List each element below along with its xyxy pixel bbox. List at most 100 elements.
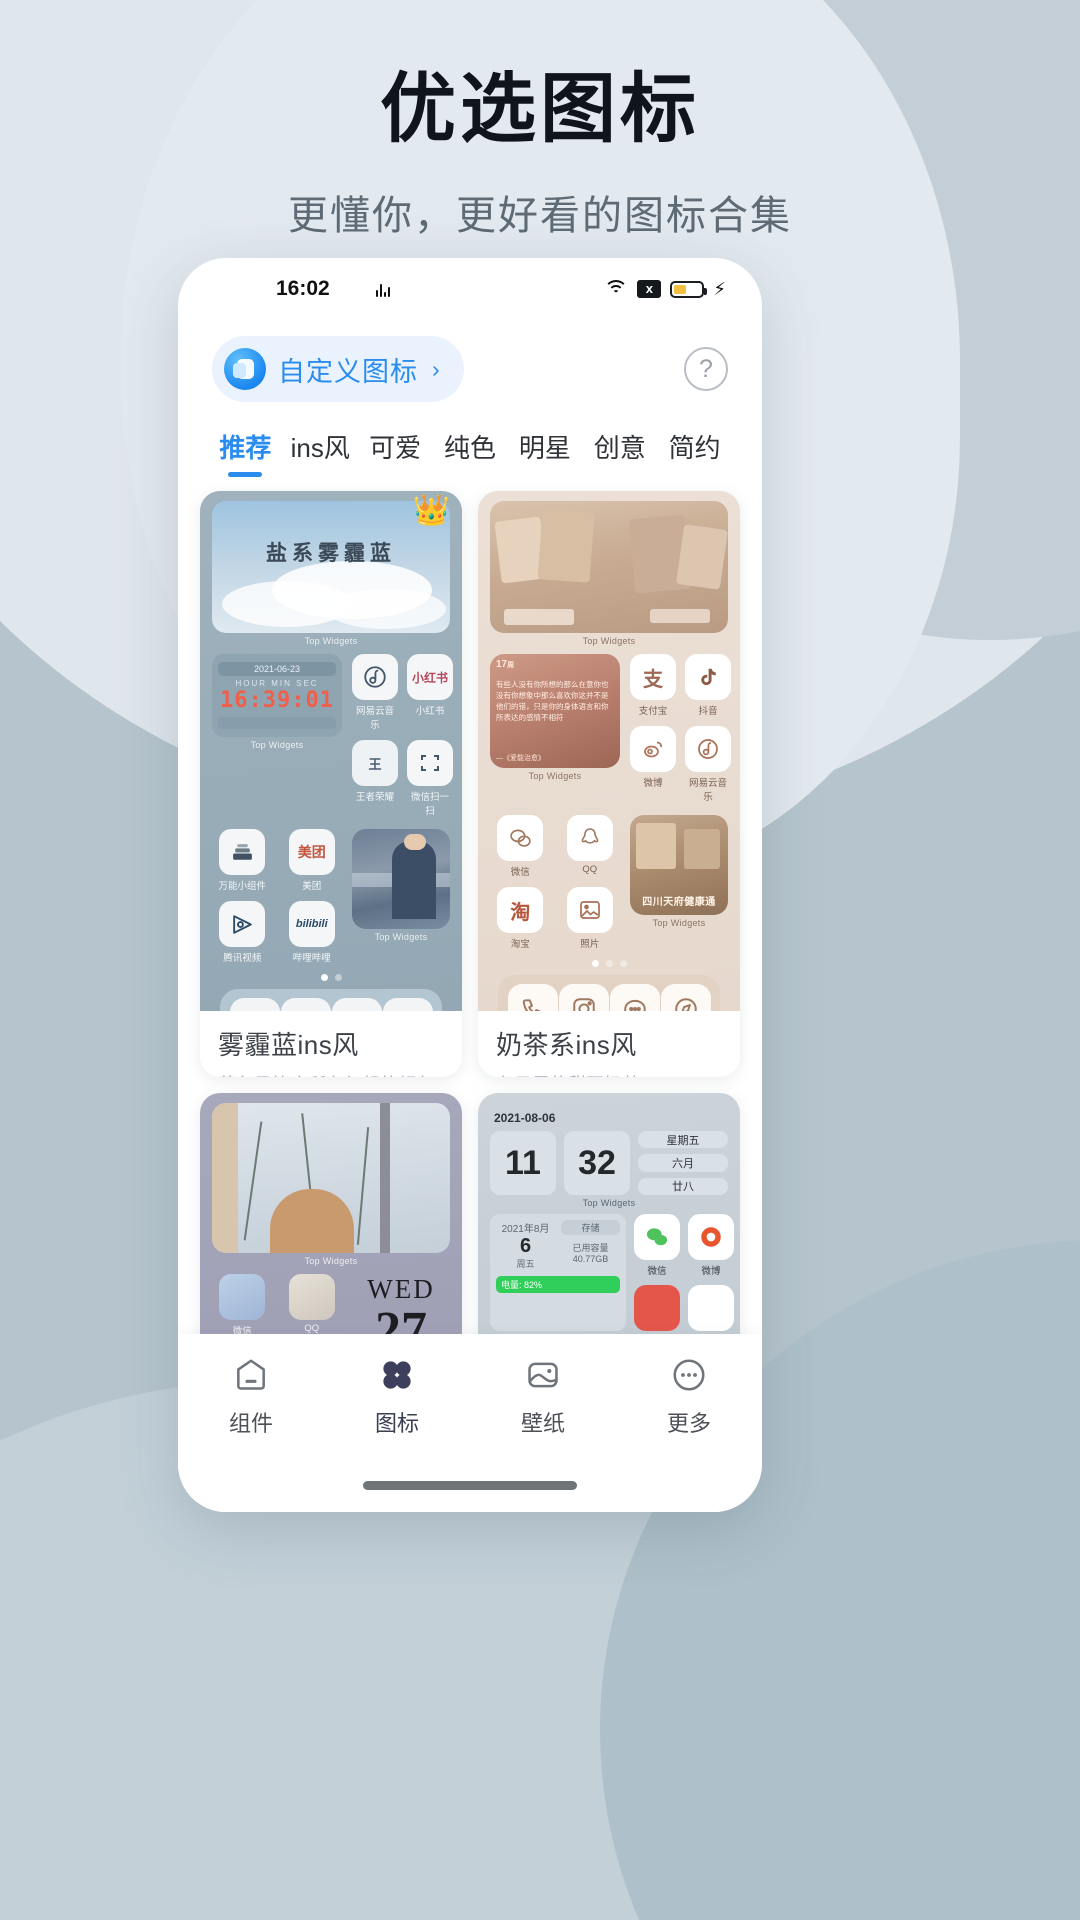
card-preview: Top Widgets 17周 有些人没有你所想的那么在意你也没有你想象中那么喜… xyxy=(478,491,740,1011)
app-icon-item[interactable]: QQ xyxy=(560,815,621,878)
status-bar: 16:02 x ⚡ xyxy=(178,258,762,320)
clock-row: 2021-06-23 HOUR MIN SEC 16:39:01 Top Wid… xyxy=(212,654,453,817)
phone-mockup: 16:02 x ⚡ 自定义图标 › ? 推荐 ins风 可爱 纯色 明星 创意 … xyxy=(178,258,762,1512)
app-icon-group: 网易云音乐 小红书 小红书 王 王者荣耀 微信扫一扫 xyxy=(352,654,453,817)
mini-weekday: 周五 xyxy=(516,1259,535,1269)
scan-icon xyxy=(407,740,453,786)
app-icon-item[interactable] xyxy=(688,1285,734,1331)
nav-item-widgets[interactable]: 组件 xyxy=(178,1356,324,1438)
page-subtitle: 更懂你，更好看的图标合集 xyxy=(288,194,792,238)
photo-widget: Top Widgets xyxy=(352,829,450,964)
app-icon-item[interactable]: bilibili 哔哩哔哩 xyxy=(282,901,343,964)
nav-item-wallpaper[interactable]: 壁纸 xyxy=(470,1356,616,1438)
photo-app-row: 17周 有些人没有你所想的那么在意你也没有你想象中那么喜欢你这并不是他们的错，只… xyxy=(490,654,731,803)
mail-icon[interactable] xyxy=(280,998,331,1011)
tab-star[interactable]: 明星 xyxy=(507,428,582,477)
card-description: 蓝色是符合所有幻想的颜色~ xyxy=(218,1071,444,1077)
camera-icon[interactable] xyxy=(382,998,433,1011)
custom-icon-button[interactable]: 自定义图标 › xyxy=(212,336,464,402)
app-label: 网易云音乐 xyxy=(355,706,394,731)
dock-bar xyxy=(498,975,720,1011)
storage-used-label: 已用容量 xyxy=(572,1243,609,1253)
tab-solid[interactable]: 纯色 xyxy=(433,428,508,477)
wechat-icon xyxy=(634,1214,680,1260)
page-headline: 优选图标 更懂你，更好看的图标合集 xyxy=(0,62,1080,241)
message-icon[interactable] xyxy=(331,998,382,1011)
icon-pack-card[interactable]: Top Widgets 17周 有些人没有你所想的那么在意你也没有你想象中那么喜… xyxy=(478,491,740,1077)
page-dots xyxy=(490,950,728,975)
xiaohongshu-icon: 小红书 xyxy=(407,654,453,700)
camera-icon[interactable] xyxy=(558,984,609,1011)
app-icon-item[interactable]: 微博 xyxy=(688,1214,734,1277)
app-icon-group: 微信 QQ 淘 淘宝 照片 xyxy=(490,815,620,950)
flip-clock-widget: 2021-06-23 HOUR MIN SEC 16:39:01 Top Wid… xyxy=(212,654,342,817)
widget-caption: Top Widgets xyxy=(304,1256,358,1266)
image-icon xyxy=(524,1356,562,1394)
misc-app-icon xyxy=(634,1285,680,1331)
app-icon-item[interactable] xyxy=(634,1285,680,1331)
nav-item-icons[interactable]: 图标 xyxy=(324,1356,470,1438)
netease-music-icon xyxy=(685,726,731,772)
chevron-right-icon: › xyxy=(432,355,440,382)
safari-icon[interactable] xyxy=(660,984,711,1011)
app-header-row: 自定义图标 › ? xyxy=(178,320,762,402)
status-time: 16:02 xyxy=(276,277,330,300)
app-icon-item[interactable]: 王 王者荣耀 xyxy=(352,740,398,817)
app-label: 万能小组件 xyxy=(218,881,266,892)
app-icon-item[interactable]: 网易云音乐 xyxy=(685,726,731,803)
weibo-icon xyxy=(630,726,676,772)
app-icon-item[interactable]: 照片 xyxy=(560,887,621,950)
app-icon-item[interactable]: 小红书 小红书 xyxy=(407,654,453,731)
qq-icon xyxy=(288,1274,335,1320)
lower-row: 微信 QQ 淘 淘宝 照片 四川天府健康通 Top Widgets xyxy=(490,815,728,950)
charging-icon: ⚡ xyxy=(713,279,726,299)
phone-icon[interactable] xyxy=(507,984,558,1011)
app-icon-item[interactable]: 微博 xyxy=(630,726,676,803)
icon-pack-card[interactable]: 👑 盐系雾霾蓝 Top Widgets 2021-06-23 HOUR MIN … xyxy=(200,491,462,1077)
widget-date: 2021-08-06 xyxy=(494,1111,556,1125)
app-icon-item[interactable]: 网易云音乐 xyxy=(352,654,398,731)
app-icon-item[interactable]: 腾讯视频 xyxy=(212,901,273,964)
alipay-icon: 支 xyxy=(630,654,676,700)
tab-cute[interactable]: 可爱 xyxy=(358,428,433,477)
nav-item-more[interactable]: 更多 xyxy=(616,1356,762,1438)
more-icon xyxy=(670,1356,708,1394)
lower-row: 2021年8月 6 周五 存储 已用容量 40.77GB 电量: 82% 微信 … xyxy=(490,1214,734,1331)
app-icon-item[interactable]: 万能小组件 xyxy=(212,829,273,892)
card-info: 奶茶系ins风 冬日里的甜栗奶茶 ~ 晴哥 36.47万人使用 xyxy=(478,1011,740,1077)
app-icon-item[interactable]: 微信 xyxy=(634,1214,680,1277)
clock-widget: 11 32 星期五 六月 廿八 xyxy=(490,1131,728,1195)
widget-caption: Top Widgets xyxy=(582,1198,636,1208)
wechat-icon xyxy=(219,1274,266,1320)
page-dots xyxy=(212,964,450,989)
mini-day: 6 xyxy=(519,1235,532,1257)
phone-icon[interactable] xyxy=(229,998,280,1011)
tab-creative[interactable]: 创意 xyxy=(582,428,657,477)
tencent-video-icon xyxy=(219,901,266,947)
app-label: QQ xyxy=(304,1323,320,1334)
app-label: 淘宝 xyxy=(510,939,530,950)
app-icon-item[interactable]: 淘 淘宝 xyxy=(490,887,551,950)
douyin-icon xyxy=(685,654,731,700)
app-icon-item[interactable]: 美团 美团 xyxy=(282,829,343,892)
app-icon-item[interactable]: 微信 xyxy=(490,815,551,878)
storage-widget: 2021年8月 6 周五 存储 已用容量 40.77GB 电量: 82% xyxy=(490,1214,626,1331)
app-label: 抖音 xyxy=(698,706,718,717)
app-icon-item[interactable]: 支 支付宝 xyxy=(630,654,676,717)
weekday-text: WED xyxy=(367,1274,435,1304)
wangzhe-icon: 王 xyxy=(352,740,398,786)
photos-icon xyxy=(566,887,613,933)
app-label: 哔哩哔哩 xyxy=(292,953,331,964)
wifi-icon xyxy=(604,280,629,298)
help-icon[interactable]: ? xyxy=(684,347,728,391)
app-icon-item[interactable]: 微信扫一扫 xyxy=(407,740,453,817)
tab-ins[interactable]: ins风 xyxy=(283,428,358,477)
tab-simple[interactable]: 简约 xyxy=(657,428,732,477)
widget-caption: Top Widgets xyxy=(582,636,636,646)
app-icon-item[interactable]: 抖音 xyxy=(685,654,731,717)
wechat-icon xyxy=(497,815,544,861)
card-description: 冬日里的甜栗奶茶 ~ xyxy=(496,1071,722,1077)
page-title: 优选图标 xyxy=(380,67,700,152)
message-icon[interactable] xyxy=(609,984,660,1011)
tab-recommend[interactable]: 推荐 xyxy=(208,428,283,477)
